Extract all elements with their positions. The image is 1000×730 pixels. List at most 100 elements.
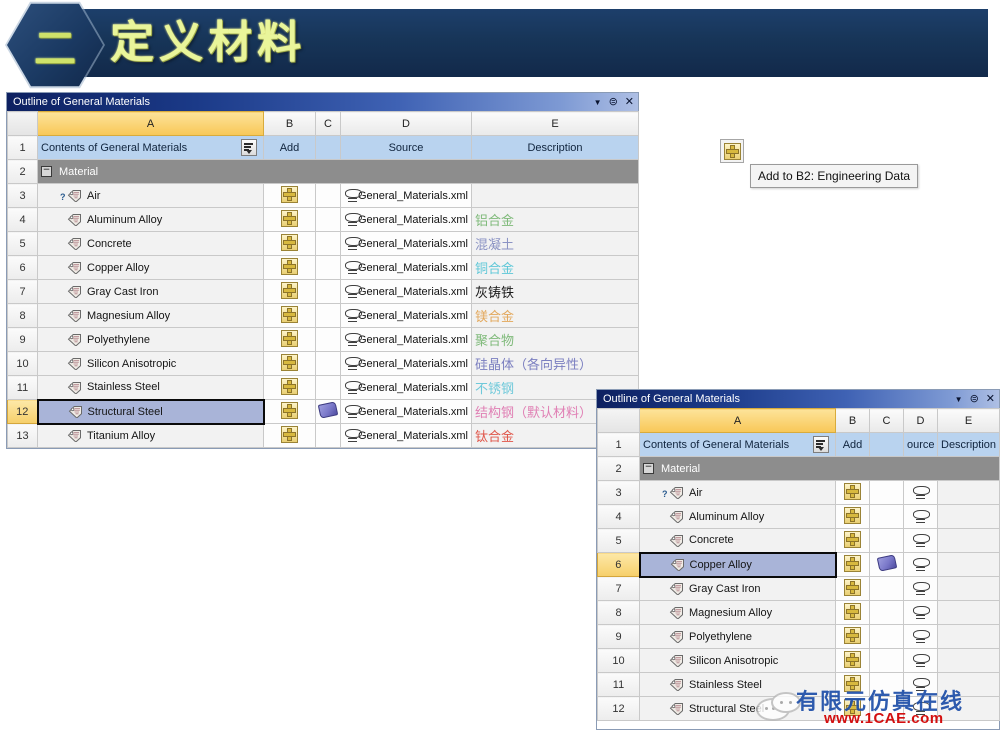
add-icon[interactable] (844, 650, 861, 668)
cell-add[interactable] (835, 672, 870, 697)
cell-material-name[interactable]: Stainless Steel (37, 375, 264, 400)
cell-book[interactable] (315, 303, 341, 328)
cell-book[interactable] (315, 327, 341, 352)
cell-add[interactable] (835, 504, 870, 529)
cell-description[interactable] (471, 183, 639, 208)
table-row[interactable]: 3? Air (597, 480, 1000, 505)
table-row[interactable]: 10 Silicon Anisotropic General_Materials.x… (7, 351, 639, 376)
cell-book[interactable] (869, 504, 904, 529)
row-number[interactable]: 7 (597, 576, 640, 601)
row-number[interactable]: 10 (597, 648, 640, 673)
table-row[interactable]: 6 Copper Alloy (597, 551, 1000, 578)
table-row[interactable]: 4 Aluminum Alloy General_Materials.xml 铝合金 (7, 207, 639, 232)
add-icon[interactable] (281, 305, 298, 323)
cell-add[interactable] (263, 327, 316, 352)
add-icon[interactable] (844, 578, 861, 596)
cell-description[interactable] (937, 600, 1000, 625)
cell-source[interactable] (903, 576, 938, 601)
cell-description[interactable]: 混凝土 (471, 231, 639, 256)
sort-filter-icon[interactable] (241, 139, 257, 156)
chevron-down-icon[interactable]: ▼ (594, 97, 602, 108)
column-header-D[interactable]: D (340, 111, 472, 136)
add-icon[interactable] (844, 554, 862, 572)
cell-source[interactable]: General_Materials.xml (340, 207, 472, 232)
cell-add[interactable] (263, 399, 316, 424)
row-number[interactable]: 2 (597, 456, 640, 481)
cell-description[interactable]: 聚合物 (471, 327, 639, 352)
table-row[interactable]: 12 Structural Steel General_Materials.xml 结… (7, 398, 639, 425)
cell-book[interactable] (315, 207, 341, 232)
cell-material-name[interactable]: Gray Cast Iron (639, 576, 836, 601)
cell-source[interactable]: General_Materials.xml (340, 255, 472, 280)
cell-book[interactable] (315, 279, 341, 304)
row-number[interactable]: 4 (597, 504, 640, 529)
cell-source[interactable]: General_Materials.xml (340, 279, 472, 304)
header-cell-c[interactable] (869, 432, 904, 457)
cell-source[interactable] (903, 552, 938, 577)
cell-description[interactable]: 镁合金 (471, 303, 639, 328)
cell-book[interactable] (869, 576, 904, 601)
cell-source[interactable] (903, 624, 938, 649)
cell-material-name[interactable]: Copper Alloy (37, 255, 264, 280)
cell-book[interactable] (315, 351, 341, 376)
cell-material-name[interactable]: Silicon Anisotropic (639, 648, 836, 673)
cell-source[interactable] (903, 696, 938, 721)
cell-add[interactable] (835, 552, 870, 577)
header-cell-add[interactable]: Add (835, 432, 870, 457)
cell-add[interactable] (263, 351, 316, 376)
row-number[interactable]: 7 (7, 279, 38, 304)
cell-add[interactable] (835, 480, 870, 505)
cell-description[interactable] (937, 648, 1000, 673)
header-cell-add[interactable]: Add (263, 135, 316, 160)
add-icon[interactable] (281, 281, 298, 299)
table-row[interactable]: 5 Concrete General_Materials.xml 混凝土 (7, 231, 639, 256)
add-icon[interactable] (844, 674, 861, 692)
grid-corner[interactable] (597, 408, 640, 433)
table-row[interactable]: 11 Stainless Steel (597, 672, 1000, 697)
cell-add[interactable] (263, 375, 316, 400)
header-cell-c[interactable] (315, 135, 341, 160)
cell-add[interactable] (835, 648, 870, 673)
cell-book[interactable] (869, 528, 904, 553)
column-header-A[interactable]: A (37, 111, 264, 136)
add-icon[interactable] (281, 209, 298, 227)
cell-material-name[interactable]: Structural Steel (639, 696, 836, 721)
cell-source[interactable] (903, 504, 938, 529)
cell-book[interactable] (869, 624, 904, 649)
cell-description[interactable] (937, 576, 1000, 601)
pin-icon[interactable]: ⊜ (970, 393, 979, 405)
table-row[interactable]: 8 Magnesium Alloy General_Materials.xml 镁合金 (7, 303, 639, 328)
add-icon[interactable] (281, 401, 299, 419)
cell-source[interactable]: General_Materials.xml (340, 351, 472, 376)
row-number[interactable]: 8 (7, 303, 38, 328)
cell-description[interactable] (937, 528, 1000, 553)
header-cell-contents[interactable]: Contents of General Materials (639, 432, 836, 457)
cell-description[interactable] (937, 552, 1000, 577)
add-button-floating[interactable] (720, 139, 744, 163)
cell-material-name[interactable]: ? Air (639, 480, 836, 505)
add-icon[interactable] (844, 506, 861, 524)
cell-description[interactable]: 铜合金 (471, 255, 639, 280)
cell-add[interactable] (263, 255, 316, 280)
cell-material-name[interactable]: Magnesium Alloy (639, 600, 836, 625)
cell-source[interactable] (903, 672, 938, 697)
cell-book[interactable] (869, 480, 904, 505)
column-header-E[interactable]: E (471, 111, 639, 136)
row-number[interactable]: 9 (597, 624, 640, 649)
table-row[interactable]: 11 Stainless Steel General_Materials.xml 不锈… (7, 375, 639, 400)
add-icon[interactable] (281, 425, 298, 443)
header-cell-source[interactable]: Source (340, 135, 472, 160)
row-number[interactable]: 2 (7, 159, 38, 184)
cell-add[interactable] (263, 303, 316, 328)
cell-add[interactable] (263, 423, 316, 448)
cell-source[interactable] (903, 480, 938, 505)
column-header-A[interactable]: A (639, 408, 836, 433)
collapse-toggle-icon[interactable]: − (41, 166, 52, 178)
cell-book[interactable] (315, 423, 341, 448)
add-icon[interactable] (844, 698, 861, 716)
close-icon[interactable]: ✕ (625, 96, 634, 108)
group-row-material[interactable]: − Material (37, 159, 639, 184)
row-number[interactable]: 13 (7, 423, 38, 448)
row-number[interactable]: 5 (7, 231, 38, 256)
close-icon[interactable]: ✕ (986, 393, 995, 405)
